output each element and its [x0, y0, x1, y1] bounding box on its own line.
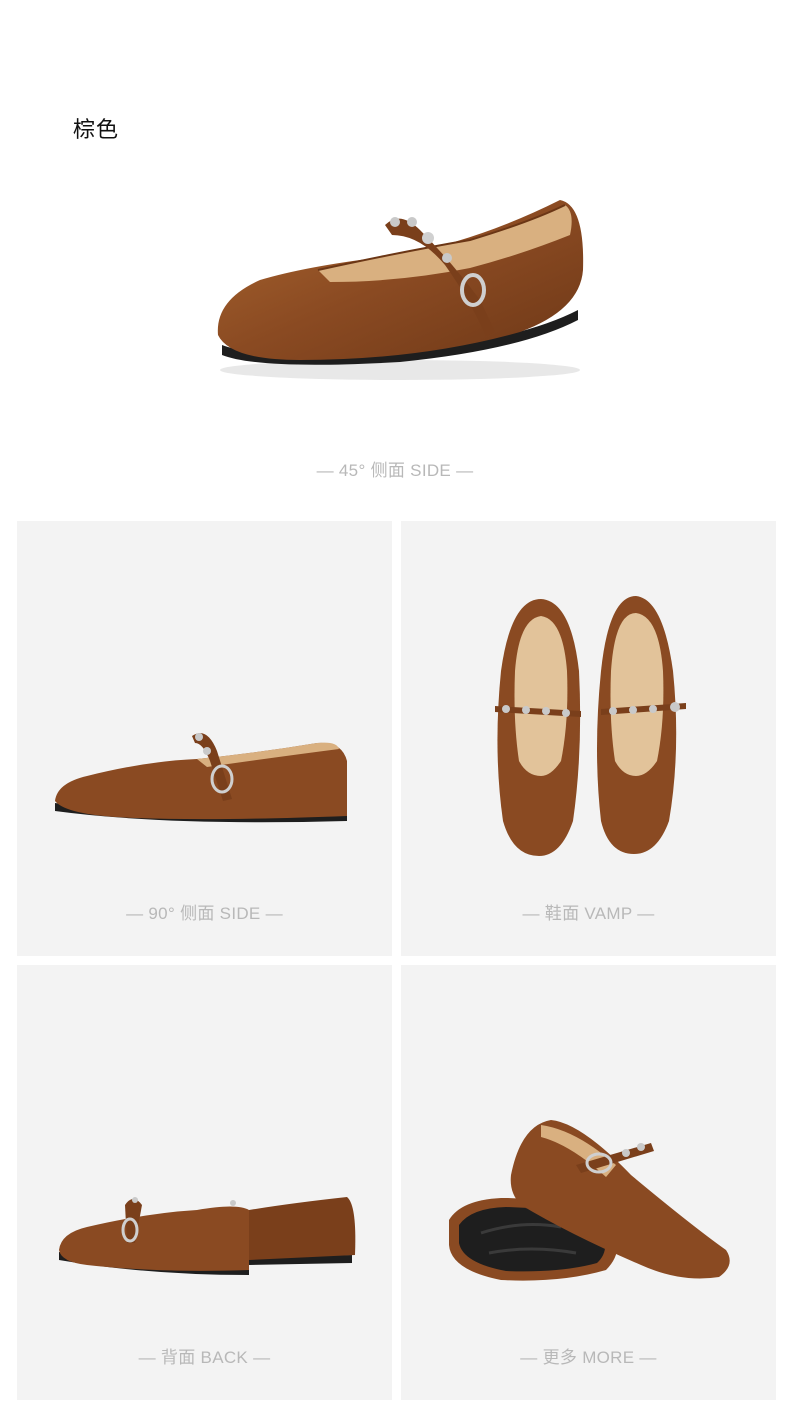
- more-view-tile: — 更多 MORE —: [401, 965, 776, 1400]
- side-view-tile: — 90° 侧面 SIDE —: [17, 521, 392, 956]
- side-caption: — 90° 侧面 SIDE —: [126, 904, 283, 923]
- hero-caption: — 45° 侧面 SIDE —: [316, 461, 474, 480]
- more-caption: — 更多 MORE —: [520, 1348, 657, 1367]
- back-view-tile: — 背面 BACK —: [17, 965, 392, 1400]
- hero-shoe-image: [0, 160, 790, 420]
- back-caption: — 背面 BACK —: [138, 1348, 271, 1367]
- vamp-caption: — 鞋面 VAMP —: [522, 904, 655, 923]
- vamp-view-tile: — 鞋面 VAMP —: [401, 521, 776, 956]
- color-name: 棕色: [73, 118, 120, 143]
